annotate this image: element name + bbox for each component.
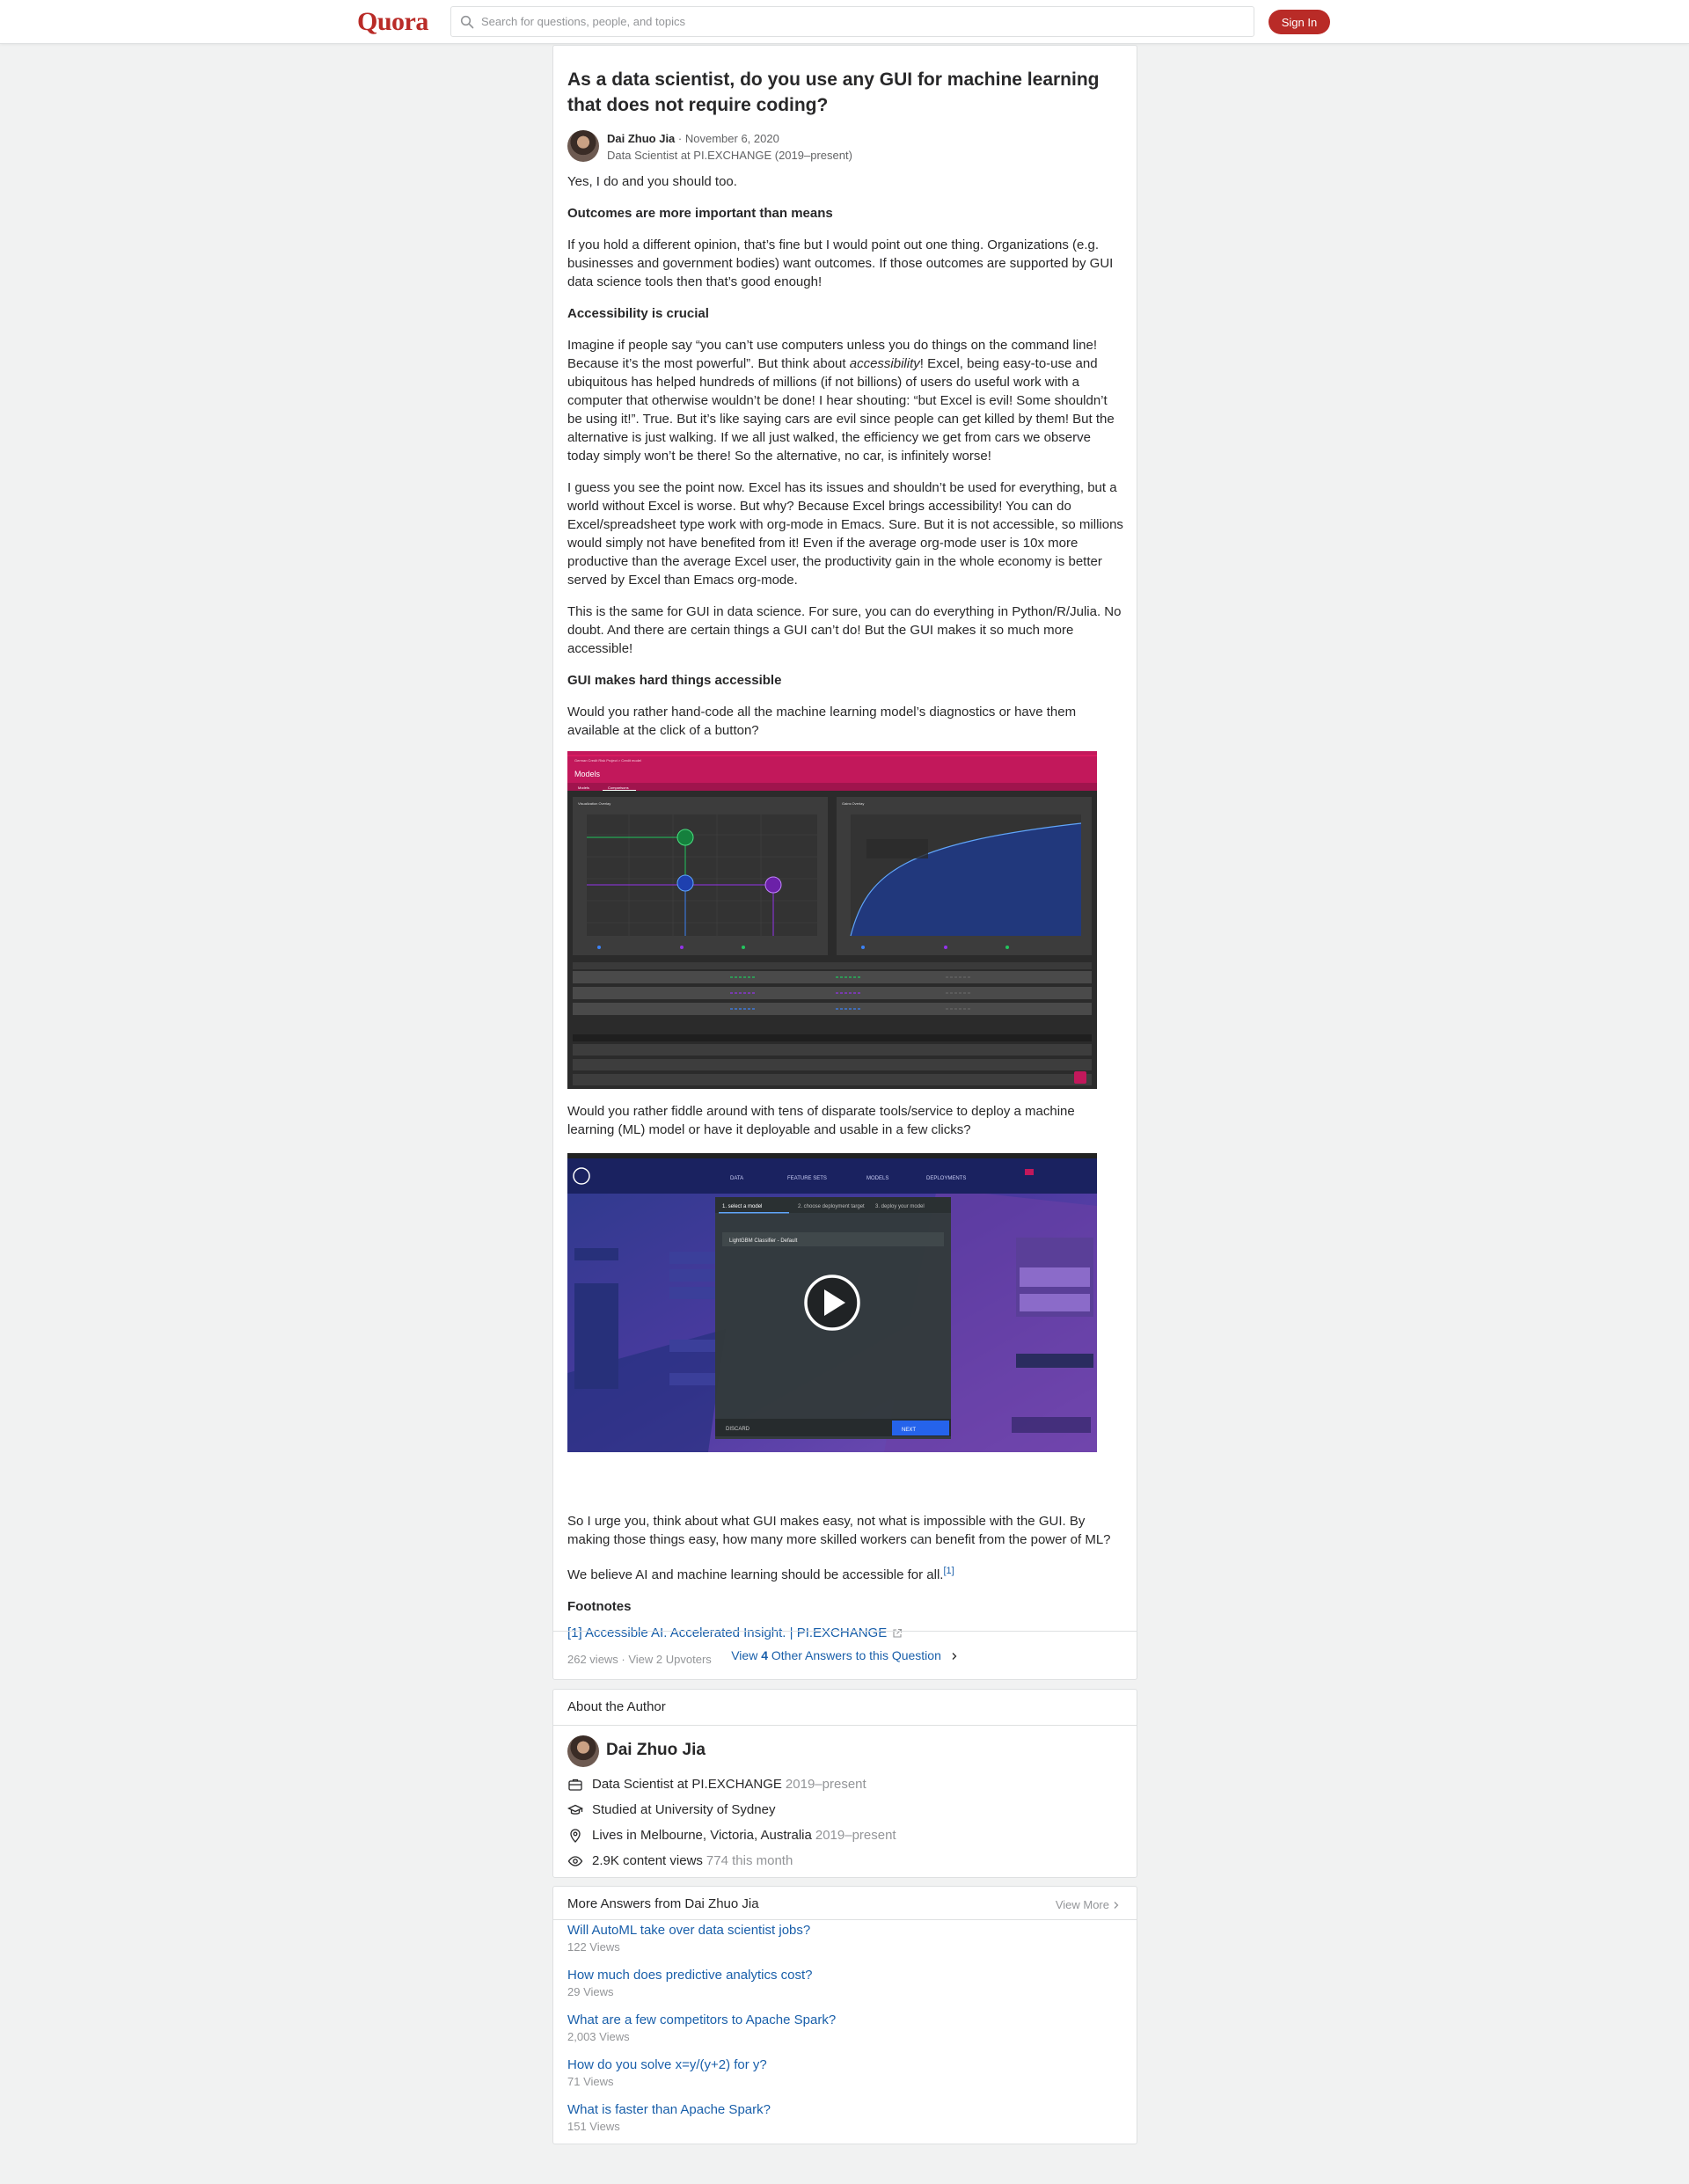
section-heading: Accessibility is crucial — [567, 306, 709, 321]
credential-views: 2.9K content views 774 this month — [567, 1848, 896, 1874]
paragraph: We believe AI and machine learning shoul… — [567, 1566, 954, 1582]
models-title: Models — [574, 770, 601, 778]
svg-text:FEATURE SETS: FEATURE SETS — [787, 1176, 827, 1181]
author-row: Dai Zhuo Jia · November 6, 2020 Data Sci… — [567, 130, 852, 164]
view-count: 2,003 Views — [567, 2030, 630, 2043]
question-title[interactable]: As a data scientist, do you use any GUI … — [567, 67, 1122, 118]
more-answers-card: More Answers from Dai Zhuo Jia View More… — [552, 1886, 1137, 2144]
search-icon — [460, 15, 474, 28]
credentials-list: Data Scientist at PI.EXCHANGE 2019–presen… — [567, 1771, 896, 1874]
footnotes-heading: Footnotes — [567, 1599, 632, 1614]
svg-text:DISCARD: DISCARD — [726, 1427, 750, 1432]
svg-text:LightGBM Classifier - Default: LightGBM Classifier - Default — [729, 1238, 798, 1244]
divider — [553, 1725, 1137, 1726]
location-pin-icon — [570, 1828, 581, 1843]
more-answers-title: More Answers from Dai Zhuo Jia — [567, 1896, 759, 1911]
section-heading: Outcomes are more important than means — [567, 206, 833, 221]
svg-text:DEPLOYMENTS: DEPLOYMENTS — [926, 1176, 966, 1181]
list-item: Will AutoML take over data scientist job… — [567, 1922, 836, 1967]
quora-logo[interactable]: Quora — [357, 7, 428, 37]
more-answer-link[interactable]: What are a few competitors to Apache Spa… — [567, 2012, 836, 2029]
external-link-icon — [893, 1628, 903, 1638]
paragraph: If you hold a different opinion, that’s … — [567, 237, 1114, 289]
more-answer-link[interactable]: How much does predictive analytics cost? — [567, 1967, 836, 1984]
list-item: What is faster than Apache Spark? 151 Vi… — [567, 2101, 836, 2146]
view-more-link[interactable]: View More — [1056, 1898, 1121, 1911]
answer-date[interactable]: November 6, 2020 — [685, 132, 779, 145]
about-author-card: About the Author Dai Zhuo Jia Data Scien… — [552, 1689, 1137, 1878]
about-title: About the Author — [567, 1699, 666, 1714]
eye-icon — [567, 1855, 583, 1866]
svg-text:3. deploy your model: 3. deploy your model — [875, 1204, 925, 1209]
view-count: 122 Views — [567, 1940, 620, 1954]
svg-text:Comparisons: Comparisons — [608, 785, 629, 790]
avatar[interactable] — [567, 130, 599, 162]
answer-body-part-2: Would you rather fiddle around with tens… — [567, 1102, 1125, 1152]
answer-body-part-1: Yes, I do and you should too. Outcomes a… — [567, 172, 1125, 753]
sign-in-button[interactable]: Sign In — [1269, 10, 1330, 34]
top-bar: Quora Sign In — [0, 0, 1689, 44]
view-other-answers-link[interactable]: View 4 Other Answers to this Question — [553, 1648, 1137, 1662]
svg-text:Visualization Overlay: Visualization Overlay — [578, 801, 611, 806]
list-item: How much does predictive analytics cost?… — [567, 1967, 836, 2012]
svg-text:Models: Models — [578, 785, 589, 790]
svg-text:German Credit Risk Project >: German Credit Risk Project > Credit mode… — [574, 758, 641, 763]
svg-text:DATA: DATA — [730, 1176, 743, 1181]
svg-text:1. select a model: 1. select a model — [722, 1204, 762, 1209]
search-box[interactable] — [450, 6, 1254, 37]
more-answers-list: Will AutoML take over data scientist job… — [567, 1922, 836, 2146]
view-count: 29 Views — [567, 1985, 614, 1998]
svg-text:NEXT: NEXT — [902, 1428, 916, 1433]
model-diagnostics-screenshot[interactable]: German Credit Risk Project > Credit mode… — [567, 751, 1097, 1089]
search-input[interactable] — [481, 15, 1238, 28]
paragraph: Yes, I do and you should too. — [567, 174, 737, 189]
footnote-link[interactable]: [1] Accessible AI. Accelerated Insight. … — [567, 1625, 887, 1640]
author-avatar[interactable] — [567, 1735, 599, 1767]
paragraph: I guess you see the point now. Excel has… — [567, 480, 1123, 588]
credential-study: Studied at University of Sydney — [567, 1797, 896, 1822]
graduation-cap-icon — [567, 1804, 583, 1815]
paragraph: So I urge you, think about what GUI make… — [567, 1514, 1111, 1547]
chevron-right-icon — [952, 1653, 957, 1661]
list-item: What are a few competitors to Apache Spa… — [567, 2012, 836, 2056]
section-heading: GUI makes hard things accessible — [567, 673, 782, 688]
play-icon — [804, 1275, 860, 1331]
svg-text:MODELS: MODELS — [866, 1176, 888, 1181]
deployment-video[interactable]: DATA FEATURE SETS MODELS DEPLOYMENTS 1. … — [567, 1153, 1097, 1452]
svg-text:Gains Overlay: Gains Overlay — [842, 801, 864, 806]
briefcase-icon — [568, 1779, 582, 1791]
view-count: 151 Views — [567, 2120, 620, 2133]
author-name[interactable]: Dai Zhuo Jia — [607, 132, 675, 145]
author-credential: Data Scientist at PI.EXCHANGE (2019–pres… — [607, 149, 852, 162]
paragraph: Would you rather hand-code all the machi… — [567, 705, 1077, 738]
more-answer-link[interactable]: How do you solve x=y/(y+2) for y? — [567, 2056, 836, 2074]
more-answer-link[interactable]: What is faster than Apache Spark? — [567, 2101, 836, 2119]
more-answer-link[interactable]: Will AutoML take over data scientist job… — [567, 1922, 836, 1939]
paragraph: Would you rather fiddle around with tens… — [567, 1104, 1075, 1137]
footnote-ref[interactable]: [1] — [943, 1566, 954, 1576]
answer-body-part-3: So I urge you, think about what GUI make… — [567, 1512, 1125, 1669]
divider — [553, 1919, 1137, 1920]
credential-location: Lives in Melbourne, Victoria, Australia 2… — [567, 1822, 896, 1848]
separator-dot: · — [677, 132, 685, 145]
chevron-right-icon — [1114, 1901, 1119, 1909]
list-item: How do you solve x=y/(y+2) for y? 71 Vie… — [567, 2056, 836, 2101]
paragraph: Imagine if people say “you can’t use com… — [567, 338, 1115, 464]
divider — [553, 1631, 1137, 1632]
paragraph: This is the same for GUI in data science… — [567, 604, 1122, 656]
view-count: 71 Views — [567, 2075, 614, 2088]
svg-text:2. choose deployment target: 2. choose deployment target — [798, 1204, 865, 1209]
about-author-name[interactable]: Dai Zhuo Jia — [606, 1741, 706, 1760]
answer-card: As a data scientist, do you use any GUI … — [552, 45, 1137, 1680]
credential-work: Data Scientist at PI.EXCHANGE 2019–presen… — [567, 1771, 896, 1797]
